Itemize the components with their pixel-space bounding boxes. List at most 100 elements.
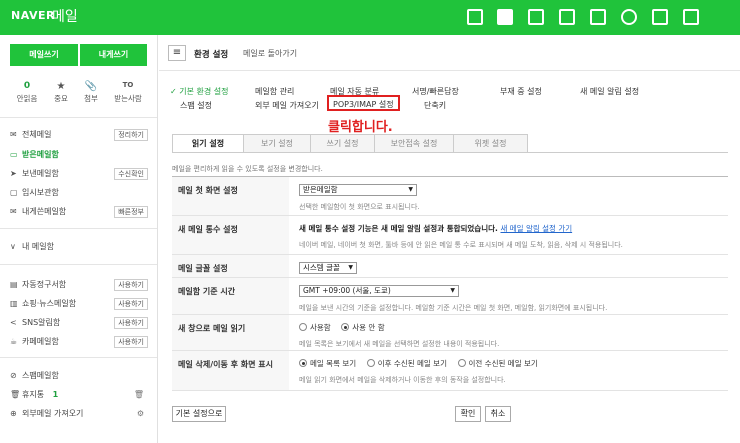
draft-icon: ▢ xyxy=(10,188,18,197)
menu-signature[interactable]: 서명/빠른답장 xyxy=(412,86,459,97)
row-label: 메일 첫 화면 설정 xyxy=(172,177,289,215)
folder-drafts[interactable]: ▢ 임시보관함 xyxy=(10,186,150,200)
after-delete-prev-radio[interactable]: 이전 수신된 메일 보기 xyxy=(457,358,538,369)
quick-label: 첨부 xyxy=(84,94,98,103)
naver-logo[interactable]: NAVER xyxy=(11,9,55,22)
menu-basic-settings[interactable]: ✓ 기본 환경 설정 xyxy=(170,86,229,97)
menu-folder-manage[interactable]: 메일함 관리 xyxy=(255,86,294,97)
tab-read-settings[interactable]: 읽기 설정 xyxy=(172,134,244,153)
contacts-icon[interactable] xyxy=(590,9,606,25)
annotation-text: 클릭합니다. xyxy=(328,120,393,135)
inbox-icon: ▭ xyxy=(10,150,18,159)
row-desc: 메일 읽기 화면에서 메일을 삭제하거나 이동한 후의 동작을 설정합니다. xyxy=(299,376,506,384)
inbox-all-icon: ✉ xyxy=(10,130,17,139)
folder-external[interactable]: ⊕ 외부메일 가져오기 ⚙ xyxy=(10,407,150,421)
tab-write-settings[interactable]: 쓰기 설정 xyxy=(310,134,375,153)
cancel-button[interactable]: 취소 xyxy=(485,406,511,422)
menu-shortcut[interactable]: 단축키 xyxy=(424,100,446,111)
menu-spam[interactable]: 스팸 설정 xyxy=(180,100,212,111)
use-button[interactable]: 사용하기 xyxy=(114,279,148,291)
quick-attachment[interactable]: 📎 첨부 xyxy=(73,81,109,104)
folder-sent[interactable]: ➤ 보낸메일함 수신확인 xyxy=(10,167,150,181)
menu-absence[interactable]: 부재 중 설정 xyxy=(500,86,542,97)
alarm-settings-link[interactable]: 새 메일 알림 설정 가기 xyxy=(500,224,572,233)
after-delete-next-radio[interactable]: 이후 수신된 메일 보기 xyxy=(366,358,447,369)
list-icon[interactable] xyxy=(559,9,575,25)
sns-icon: < xyxy=(10,318,17,327)
row-desc: 메일을 보낸 시간의 기준을 설정합니다. 메일함 기준 시간은 메일 첫 화면… xyxy=(299,304,608,312)
smart-folder-shopping[interactable]: ▥ 쇼핑·뉴스메일함 사용하기 xyxy=(10,297,150,311)
tab-underline xyxy=(172,152,728,153)
menu-icon[interactable]: ≡ xyxy=(168,45,186,61)
settings-table: 메일 첫 화면 설정 받은메일함 ▼ 선택한 메일함이 첫 화면으로 표시됩니다.… xyxy=(172,176,728,391)
mail-service-title[interactable]: 메일 xyxy=(52,6,78,26)
first-screen-select[interactable]: 받은메일함 ▼ xyxy=(299,184,417,196)
row-new-window: 새 창으로 메일 읽기 사용함 사용 안 함 메일 목록은 보기에서 새 메일을… xyxy=(172,315,728,351)
my-folders-toggle[interactable]: ∨ 내 메일함 xyxy=(10,240,150,254)
folder-trash[interactable]: 🗑 휴지통 1 🗑 xyxy=(10,388,150,402)
font-select[interactable]: 시스템 글꼴 ▼ xyxy=(299,262,357,274)
spam-icon: ⊘ xyxy=(10,371,17,380)
smart-folder-cafe[interactable]: ☕ 카페메일함 사용하기 xyxy=(10,335,150,349)
cloud-icon[interactable] xyxy=(621,9,637,25)
mail-icon[interactable] xyxy=(497,9,513,25)
radio-dot xyxy=(341,323,350,331)
dropdown-arrow-icon: ▼ xyxy=(450,287,455,294)
read-receipt-button[interactable]: 수신확인 xyxy=(114,168,148,180)
row-font: 메일 글꼴 설정 시스템 글꼴 ▼ xyxy=(172,255,728,278)
new-window-on-radio[interactable]: 사용함 xyxy=(299,322,331,333)
tab-widget-settings[interactable]: 위젯 설정 xyxy=(453,134,528,153)
menu-external-mail[interactable]: 외부 메일 가져오기 xyxy=(255,100,319,111)
folder-inbox[interactable]: ▭ 받은메일함 xyxy=(10,148,150,162)
smart-folder-bills[interactable]: ▤ 자동정구서함 사용하기 xyxy=(10,278,150,292)
after-delete-list-radio[interactable]: 메일 목록 보기 xyxy=(299,358,356,369)
row-label: 메일 글꼴 설정 xyxy=(172,255,289,277)
organize-button[interactable]: 정리하기 xyxy=(114,129,148,141)
back-to-mail-link[interactable]: 메일로 돌아가기 xyxy=(243,48,297,59)
content-header: ≡ 환경 설정 메일로 돌아가기 xyxy=(159,35,740,71)
divider xyxy=(0,264,157,265)
use-button[interactable]: 사용하기 xyxy=(114,336,148,348)
folder-self[interactable]: ✉ 내게쓴메일함 빠른정부 xyxy=(10,205,150,219)
row-after-delete: 메일 삭제/이동 후 화면 표시 메일 목록 보기 이후 수신된 메일 보기 이… xyxy=(172,351,728,391)
timezone-select[interactable]: GMT +09:00 (서울, 도쿄) ▼ xyxy=(299,285,459,297)
quick-to-me[interactable]: TO 받는사람 xyxy=(108,81,148,104)
ok-button[interactable]: 확인 xyxy=(455,406,481,422)
grid-icon[interactable] xyxy=(652,9,668,25)
word-icon[interactable] xyxy=(683,9,699,25)
dropdown-arrow-icon: ▼ xyxy=(348,264,353,271)
tab-view-settings[interactable]: 보기 설정 xyxy=(243,134,311,153)
quick-label: 받는사람 xyxy=(114,94,142,103)
cafe-icon: ☕ xyxy=(10,337,18,346)
to-icon: TO xyxy=(122,81,134,89)
use-button[interactable]: 사용하기 xyxy=(114,317,148,329)
tab-security-settings[interactable]: 보안접속 설정 xyxy=(374,134,454,153)
row-label: 새 창으로 메일 읽기 xyxy=(172,315,289,350)
use-button[interactable]: 사용하기 xyxy=(114,298,148,310)
external-mail-icon: ⊕ xyxy=(10,409,17,418)
radio-dot xyxy=(366,359,375,367)
write-mail-button[interactable]: 메일쓰기 xyxy=(10,44,78,66)
new-window-off-radio[interactable]: 사용 안 함 xyxy=(341,322,385,333)
sms-icon[interactable] xyxy=(467,9,483,25)
quick-label: 안읽음 xyxy=(16,94,38,103)
sidebar: 메일쓰기 내게쓰기 0 안읽음 ★ 중요 📎 첨부 TO 받는사람 ✉ 전체메일 … xyxy=(0,35,158,443)
quick-unread[interactable]: 0 안읽음 xyxy=(9,81,45,104)
row-timezone: 메일함 기준 시간 GMT +09:00 (서울, 도쿄) ▼ 메일을 보낸 시간… xyxy=(172,278,728,315)
write-self-button[interactable]: 내게쓰기 xyxy=(80,44,147,66)
row-first-screen: 메일 첫 화면 설정 받은메일함 ▼ 선택한 메일함이 첫 화면으로 표시됩니다. xyxy=(172,177,728,216)
divider xyxy=(0,228,157,229)
auto-folder-icon: ▤ xyxy=(10,280,18,289)
calendar-icon[interactable] xyxy=(528,9,544,25)
menu-new-mail-alarm[interactable]: 새 메일 알림 설정 xyxy=(580,86,639,97)
empty-trash-icon[interactable]: 🗑 xyxy=(134,388,144,402)
quick-view-button[interactable]: 빠른정부 xyxy=(114,206,148,218)
folder-spam[interactable]: ⊘ 스팸메일함 xyxy=(10,369,150,383)
folder-all[interactable]: ✉ 전체메일 정리하기 xyxy=(10,128,150,142)
reset-default-button[interactable]: 기본 설정으로 xyxy=(172,406,226,422)
settings-intro: 메일을 편리하게 읽을 수 있도록 설정을 변경합니다. xyxy=(172,165,323,173)
radio-dot xyxy=(299,359,307,367)
smart-folder-sns[interactable]: < SNS알림함 사용하기 xyxy=(10,316,150,330)
gear-icon[interactable]: ⚙ xyxy=(137,407,144,421)
row-label: 메일 삭제/이동 후 화면 표시 xyxy=(172,351,289,390)
